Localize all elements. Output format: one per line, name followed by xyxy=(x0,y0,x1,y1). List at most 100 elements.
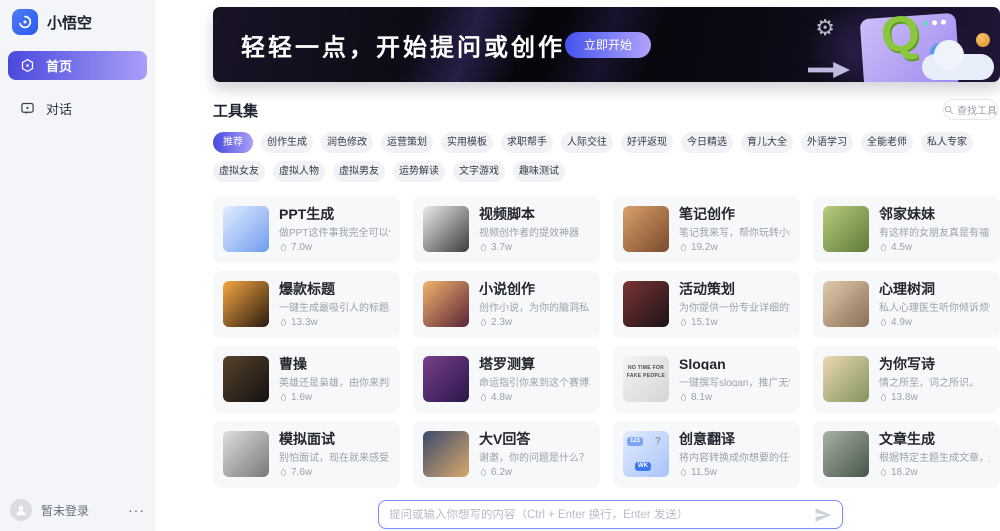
tool-card-模拟面试[interactable]: 模拟面试别怕面试，现在就来感受真实的面试。7.6w xyxy=(213,421,400,488)
usage-count-value: 13.8w xyxy=(891,392,918,403)
search-placeholder: 查找工具 xyxy=(957,102,997,117)
usage-count: 13.8w xyxy=(879,392,979,403)
tool-card-心理树洞[interactable]: 心理树洞私人心理医生听你倾诉烦恼，回答心理...4.9w xyxy=(813,271,1000,338)
tool-description: 英雄还是枭雄，由你来判断。 xyxy=(279,374,390,387)
tool-card-文章生成[interactable]: 文章生成根据特定主题生成文章，还可以提更多...18.2w xyxy=(813,421,1000,488)
tool-title: 爆款标题 xyxy=(279,281,390,295)
tool-info: 邻家妹妹有这样的女朋友真是有福气呀~4.5w xyxy=(879,206,990,253)
tool-card-为你写诗[interactable]: 为你写诗情之所至，词之所识。 13.8w xyxy=(813,346,1000,413)
tool-title: 大V回答 xyxy=(479,431,589,445)
usage-count-value: 2.3w xyxy=(491,317,512,328)
tool-card-Slogan[interactable]: NO TIME FOR FAKE PEOPLESlogan一键撰写slogan，… xyxy=(613,346,800,413)
usage-count-value: 7.0w xyxy=(291,242,312,253)
avatar[interactable] xyxy=(10,499,32,521)
tool-card-爆款标题[interactable]: 爆款标题一键生成最吸引人的标题。13.3w xyxy=(213,271,400,338)
tab-人际交往[interactable]: 人际交往 xyxy=(561,132,613,153)
tool-title: 为你写诗 xyxy=(879,356,979,370)
usage-count-value: 4.8w xyxy=(491,392,512,403)
thumbnail-badge: 123 xyxy=(627,437,643,446)
app-logo[interactable]: 小悟空 xyxy=(0,0,155,45)
tab-外语学习[interactable]: 外语学习 xyxy=(801,132,853,153)
thumbnail-badge: WK xyxy=(635,462,651,471)
tool-search-input[interactable]: 查找工具 xyxy=(943,99,998,120)
search-icon xyxy=(944,105,954,115)
tool-description: 情之所至，词之所识。 xyxy=(879,374,979,387)
tool-card-视频脚本[interactable]: 视频脚本视频创作者的提效神器3.7w xyxy=(413,196,600,263)
tab-虚拟女友[interactable]: 虚拟女友 xyxy=(213,161,265,182)
flame-icon xyxy=(879,467,888,478)
sidebar-item-home[interactable]: 首页 xyxy=(8,51,147,80)
tool-card-塔罗测算[interactable]: 塔罗测算命运指引你来到这个赛博塔罗屋。4.8w xyxy=(413,346,600,413)
usage-count-value: 7.6w xyxy=(291,467,312,478)
tab-文字游戏[interactable]: 文字游戏 xyxy=(453,161,505,182)
tool-thumbnail xyxy=(823,206,869,252)
tab-润色修改[interactable]: 润色修改 xyxy=(321,132,373,153)
more-menu-button[interactable]: ··· xyxy=(128,502,145,518)
app-root: 小悟空 首页 对话 暂未登录 ··· xyxy=(0,0,1000,531)
tab-运营策划[interactable]: 运营策划 xyxy=(381,132,433,153)
flame-icon xyxy=(479,317,488,328)
tool-card-小说创作[interactable]: 小说创作创作小说，为你的脑洞私人订制一场盛...2.3w xyxy=(413,271,600,338)
tab-实用模板[interactable]: 实用模板 xyxy=(441,132,493,153)
usage-count: 19.2w xyxy=(679,242,790,253)
flame-icon xyxy=(279,242,288,253)
tool-title: PPT生成 xyxy=(279,206,390,220)
tool-card-大V回答[interactable]: 大V回答谢邀，你的问题是什么？6.2w xyxy=(413,421,600,488)
tab-私人专家[interactable]: 私人专家 xyxy=(921,132,973,153)
tool-title: 塔罗测算 xyxy=(479,356,590,370)
tab-今日精选[interactable]: 今日精选 xyxy=(681,132,733,153)
sidebar-item-chat[interactable]: 对话 xyxy=(8,94,147,123)
tool-thumbnail xyxy=(423,431,469,477)
usage-count: 11.5w xyxy=(679,467,790,478)
tool-card-活动策划[interactable]: 活动策划为你提供一份专业详细的策划方案。15.1w xyxy=(613,271,800,338)
flame-icon xyxy=(279,317,288,328)
tool-title: 心理树洞 xyxy=(879,281,990,295)
usage-count-value: 3.7w xyxy=(491,242,512,253)
flame-icon xyxy=(479,242,488,253)
tool-info: 笔记创作笔记我来写，帮你玩转小红书。19.2w xyxy=(679,206,790,253)
tool-title: 笔记创作 xyxy=(679,206,790,220)
sidebar-item-label: 首页 xyxy=(46,56,72,75)
sidebar-nav: 首页 对话 xyxy=(0,51,155,123)
tool-info: PPT生成做PPT这件事我完全可以代劳。 7.0w xyxy=(279,206,390,253)
tool-card-曹操[interactable]: 曹操英雄还是枭雄，由你来判断。1.6w xyxy=(213,346,400,413)
tool-description: 将内容转换成你想要的任何语言风格。 xyxy=(679,449,790,462)
chat-icon xyxy=(20,101,35,116)
tab-创作生成[interactable]: 创作生成 xyxy=(261,132,313,153)
tab-运势解读[interactable]: 运势解读 xyxy=(393,161,445,182)
tool-thumbnail xyxy=(423,281,469,327)
tab-育儿大全[interactable]: 育儿大全 xyxy=(741,132,793,153)
tool-card-创意翻译[interactable]: 123WK?创意翻译将内容转换成你想要的任何语言风格。11.5w xyxy=(613,421,800,488)
tool-card-PPT生成[interactable]: PPT生成做PPT这件事我完全可以代劳。 7.0w xyxy=(213,196,400,263)
usage-count: 4.9w xyxy=(879,317,990,328)
usage-count: 4.8w xyxy=(479,392,590,403)
tool-info: 心理树洞私人心理医生听你倾诉烦恼，回答心理...4.9w xyxy=(879,281,990,328)
tab-虚拟男友[interactable]: 虚拟男友 xyxy=(333,161,385,182)
tab-趣味测试[interactable]: 趣味测试 xyxy=(513,161,565,182)
usage-count-value: 8.1w xyxy=(691,392,712,403)
send-icon[interactable] xyxy=(814,506,832,524)
tool-title: 创意翻译 xyxy=(679,431,790,445)
tab-好评返现[interactable]: 好评返现 xyxy=(621,132,673,153)
usage-count-value: 15.1w xyxy=(691,317,718,328)
usage-count-value: 19.2w xyxy=(691,242,718,253)
tool-thumbnail xyxy=(823,356,869,402)
tool-description: 做PPT这件事我完全可以代劳。 xyxy=(279,224,390,237)
tab-求职帮手[interactable]: 求职帮手 xyxy=(501,132,553,153)
tool-description: 创作小说，为你的脑洞私人订制一场盛... xyxy=(479,299,590,312)
start-now-button[interactable]: 立即开始 xyxy=(565,32,651,58)
tab-全能老师[interactable]: 全能老师 xyxy=(861,132,913,153)
composer-input[interactable] xyxy=(389,509,806,521)
flame-icon xyxy=(279,392,288,403)
usage-count: 3.7w xyxy=(479,242,579,253)
tool-info: Slogan一键撰写slogan，推广无忧。8.1w xyxy=(679,356,790,403)
composer[interactable] xyxy=(378,500,843,529)
tool-card-笔记创作[interactable]: 笔记创作笔记我来写，帮你玩转小红书。19.2w xyxy=(613,196,800,263)
tab-虚拟人物[interactable]: 虚拟人物 xyxy=(273,161,325,182)
tool-info: 曹操英雄还是枭雄，由你来判断。1.6w xyxy=(279,356,390,403)
tool-card-邻家妹妹[interactable]: 邻家妹妹有这样的女朋友真是有福气呀~4.5w xyxy=(813,196,1000,263)
banner-title: 轻轻一点，开始提问或创作 xyxy=(241,27,565,62)
tool-thumbnail xyxy=(623,281,669,327)
flame-icon xyxy=(479,392,488,403)
tab-推荐[interactable]: 推荐 xyxy=(213,132,253,153)
